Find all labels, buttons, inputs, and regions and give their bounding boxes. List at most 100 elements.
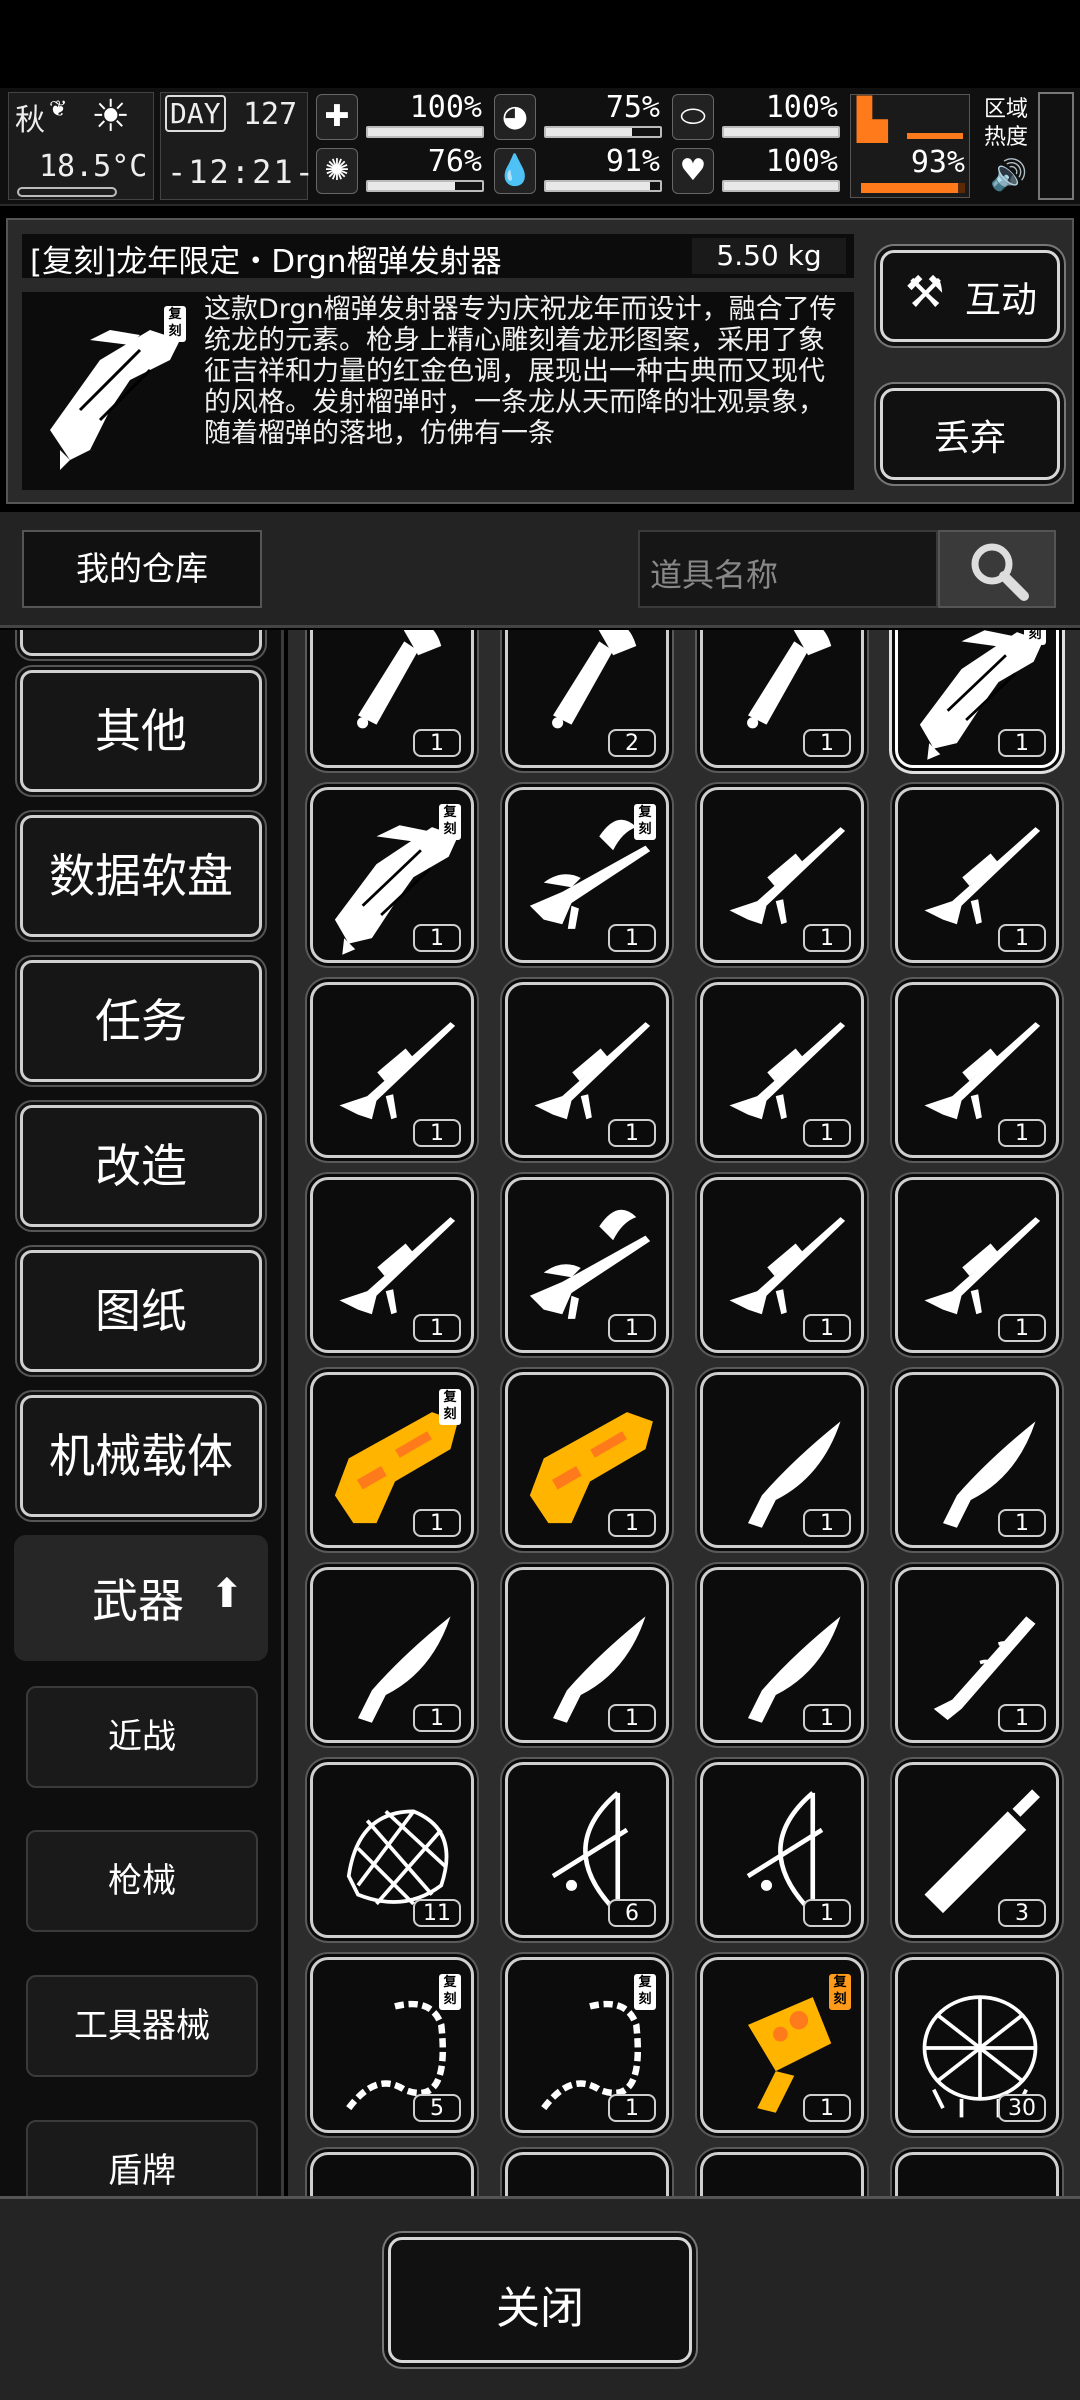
category-weapons[interactable]: 武器 ⬆ [14, 1535, 268, 1661]
fuke-badge: 复刻 [439, 1389, 461, 1425]
stamina-fill [861, 183, 958, 193]
subcategory-tools[interactable]: 工具器械 [26, 1975, 258, 2077]
inventory-slot[interactable]: 1 [505, 1567, 669, 1743]
inventory-slot[interactable]: 1 [505, 982, 669, 1158]
category-partial[interactable] [20, 630, 262, 656]
thermometer-icon [17, 187, 117, 197]
stat-value: 100% [409, 90, 482, 125]
item-count: 1 [608, 2094, 656, 2122]
inventory-slot[interactable]: 1 [505, 1177, 669, 1353]
inventory-slot[interactable]: 1 [895, 1567, 1059, 1743]
item-count: 1 [998, 1509, 1046, 1537]
inventory-slot[interactable]: 3 [895, 1762, 1059, 1938]
inventory-slot[interactable]: 2 [505, 630, 669, 768]
inventory-slot[interactable]: 6 [505, 1762, 669, 1938]
stat-bar [366, 126, 484, 138]
search-button[interactable] [938, 530, 1056, 608]
water-drop-icon: 💧 [494, 148, 536, 194]
item-count: 1 [803, 1509, 851, 1537]
stat-bar-fill [546, 182, 650, 190]
item-count: 1 [998, 924, 1046, 952]
item-title: [复刻]龙年限定・Drgn榴弹发射器 [30, 244, 502, 280]
inventory-slot[interactable]: 30 [895, 1957, 1059, 2133]
item-title-bar: [复刻]龙年限定・Drgn榴弹发射器 5.50 kg [22, 234, 854, 280]
inventory-slot[interactable]: 1 [700, 1567, 864, 1743]
subcategory-firearms[interactable]: 枪械 [26, 1830, 258, 1932]
inventory-slot[interactable]: 复刻 1 [310, 787, 474, 963]
search-icon [971, 543, 1029, 601]
category-modify[interactable]: 改造 [20, 1105, 262, 1227]
discard-button[interactable]: 丢弃 [880, 388, 1060, 480]
stat-bar [722, 180, 840, 192]
stamina-value: 93% [910, 145, 965, 180]
fuke-badge: 复刻 [634, 1974, 656, 2010]
inventory-slot[interactable]: 11 [310, 1762, 474, 1938]
speaker-icon[interactable]: 🔊 [990, 158, 1027, 193]
stat-bar-fill [724, 182, 838, 190]
inventory-slot[interactable]: 复刻 1 [505, 787, 669, 963]
vital-stats: ✚ 100% ◕ 75% ⬭ 100% ✺ 76% 💧 91% ♥ 100% [316, 90, 846, 200]
category-other[interactable]: 其他 [20, 670, 262, 792]
item-count: 1 [998, 1119, 1046, 1147]
interact-label: 互动 [965, 280, 1038, 321]
item-count: 1 [803, 924, 851, 952]
item-info-panel: [复刻]龙年限定・Drgn榴弹发射器 5.50 kg 复刻 这款Drgn榴弹发射… [6, 218, 1074, 504]
item-count: 1 [803, 1119, 851, 1147]
sun-icon: ☀ [91, 91, 131, 142]
category-blueprint[interactable]: 图纸 [20, 1250, 262, 1372]
inventory-slot[interactable]: 1 [700, 787, 864, 963]
inventory-slot[interactable]: 1 [700, 1177, 864, 1353]
inventory-slot[interactable] [310, 2152, 474, 2196]
inventory-slot[interactable]: 复刻 1 [505, 1957, 669, 2133]
item-count: 1 [998, 1314, 1046, 1342]
inventory-slot[interactable] [700, 2152, 864, 2196]
clock-panel: DAY 127 -12:21- [160, 92, 314, 200]
item-count: 1 [413, 729, 461, 757]
inventory-slot[interactable]: 1 [700, 630, 864, 768]
inventory-slot[interactable]: 复刻 1 [895, 630, 1059, 768]
search-input[interactable]: 道具名称 [650, 550, 778, 596]
item-count: 1 [413, 1509, 461, 1537]
inventory-slot[interactable]: 1 [895, 1177, 1059, 1353]
stat-mood: ♥ 100% [672, 144, 844, 198]
item-count: 2 [608, 729, 656, 757]
collapse-arrow-icon[interactable]: ⬆ [210, 1571, 244, 1617]
inventory-slot[interactable]: 复刻 1 [700, 1957, 864, 2133]
inventory-slot[interactable]: 1 [700, 1762, 864, 1938]
stat-bar [722, 126, 840, 138]
inventory-slot[interactable] [505, 2152, 669, 2196]
category-data-disk[interactable]: 数据软盘 [20, 815, 262, 937]
brain-icon: ✺ [316, 148, 358, 194]
bottom-bar: 关闭 [0, 2196, 1080, 2400]
inventory-slot[interactable]: 1 [700, 982, 864, 1158]
inventory-slot[interactable]: 1 [505, 1372, 669, 1548]
inventory-slot[interactable]: 1 [310, 1177, 474, 1353]
inventory-slot[interactable]: 1 [310, 630, 474, 768]
search-field[interactable]: 道具名称 [638, 530, 938, 608]
stat-thirst: 💧 91% [494, 144, 666, 198]
heart-icon: ♥ [672, 148, 714, 194]
item-preview: 复刻 [30, 300, 190, 478]
close-button[interactable]: 关闭 [388, 2237, 692, 2363]
item-count: 1 [608, 1704, 656, 1732]
fuke-badge: 复刻 [1024, 630, 1046, 645]
inventory-slot[interactable]: 1 [895, 787, 1059, 963]
inventory-slot[interactable]: 复刻 1 [310, 1372, 474, 1548]
inventory-slot[interactable]: 1 [310, 1567, 474, 1743]
inventory-slot[interactable] [895, 2152, 1059, 2196]
subcategory-shield[interactable]: 盾牌 [26, 2120, 258, 2196]
inventory-slot[interactable]: 1 [700, 1372, 864, 1548]
category-quest[interactable]: 任务 [20, 960, 262, 1082]
category-mech-carrier[interactable]: 机械载体 [20, 1395, 262, 1517]
subcategory-melee[interactable]: 近战 [26, 1686, 258, 1788]
inventory-slot[interactable]: 1 [310, 982, 474, 1158]
inventory-slot[interactable]: 1 [895, 1372, 1059, 1548]
boot-icon: ▙ [857, 97, 888, 143]
stat-value: 100% [765, 90, 838, 125]
heat-meter [1038, 92, 1074, 200]
item-count: 1 [413, 1314, 461, 1342]
item-description: 这款Drgn榴弹发射器专为庆祝龙年而设计，融合了传统龙的元素。枪身上精心雕刻着龙… [204, 294, 837, 449]
interact-button[interactable]: ⚒ 互动 [880, 250, 1060, 342]
inventory-slot[interactable]: 1 [895, 982, 1059, 1158]
inventory-slot[interactable]: 复刻 5 [310, 1957, 474, 2133]
